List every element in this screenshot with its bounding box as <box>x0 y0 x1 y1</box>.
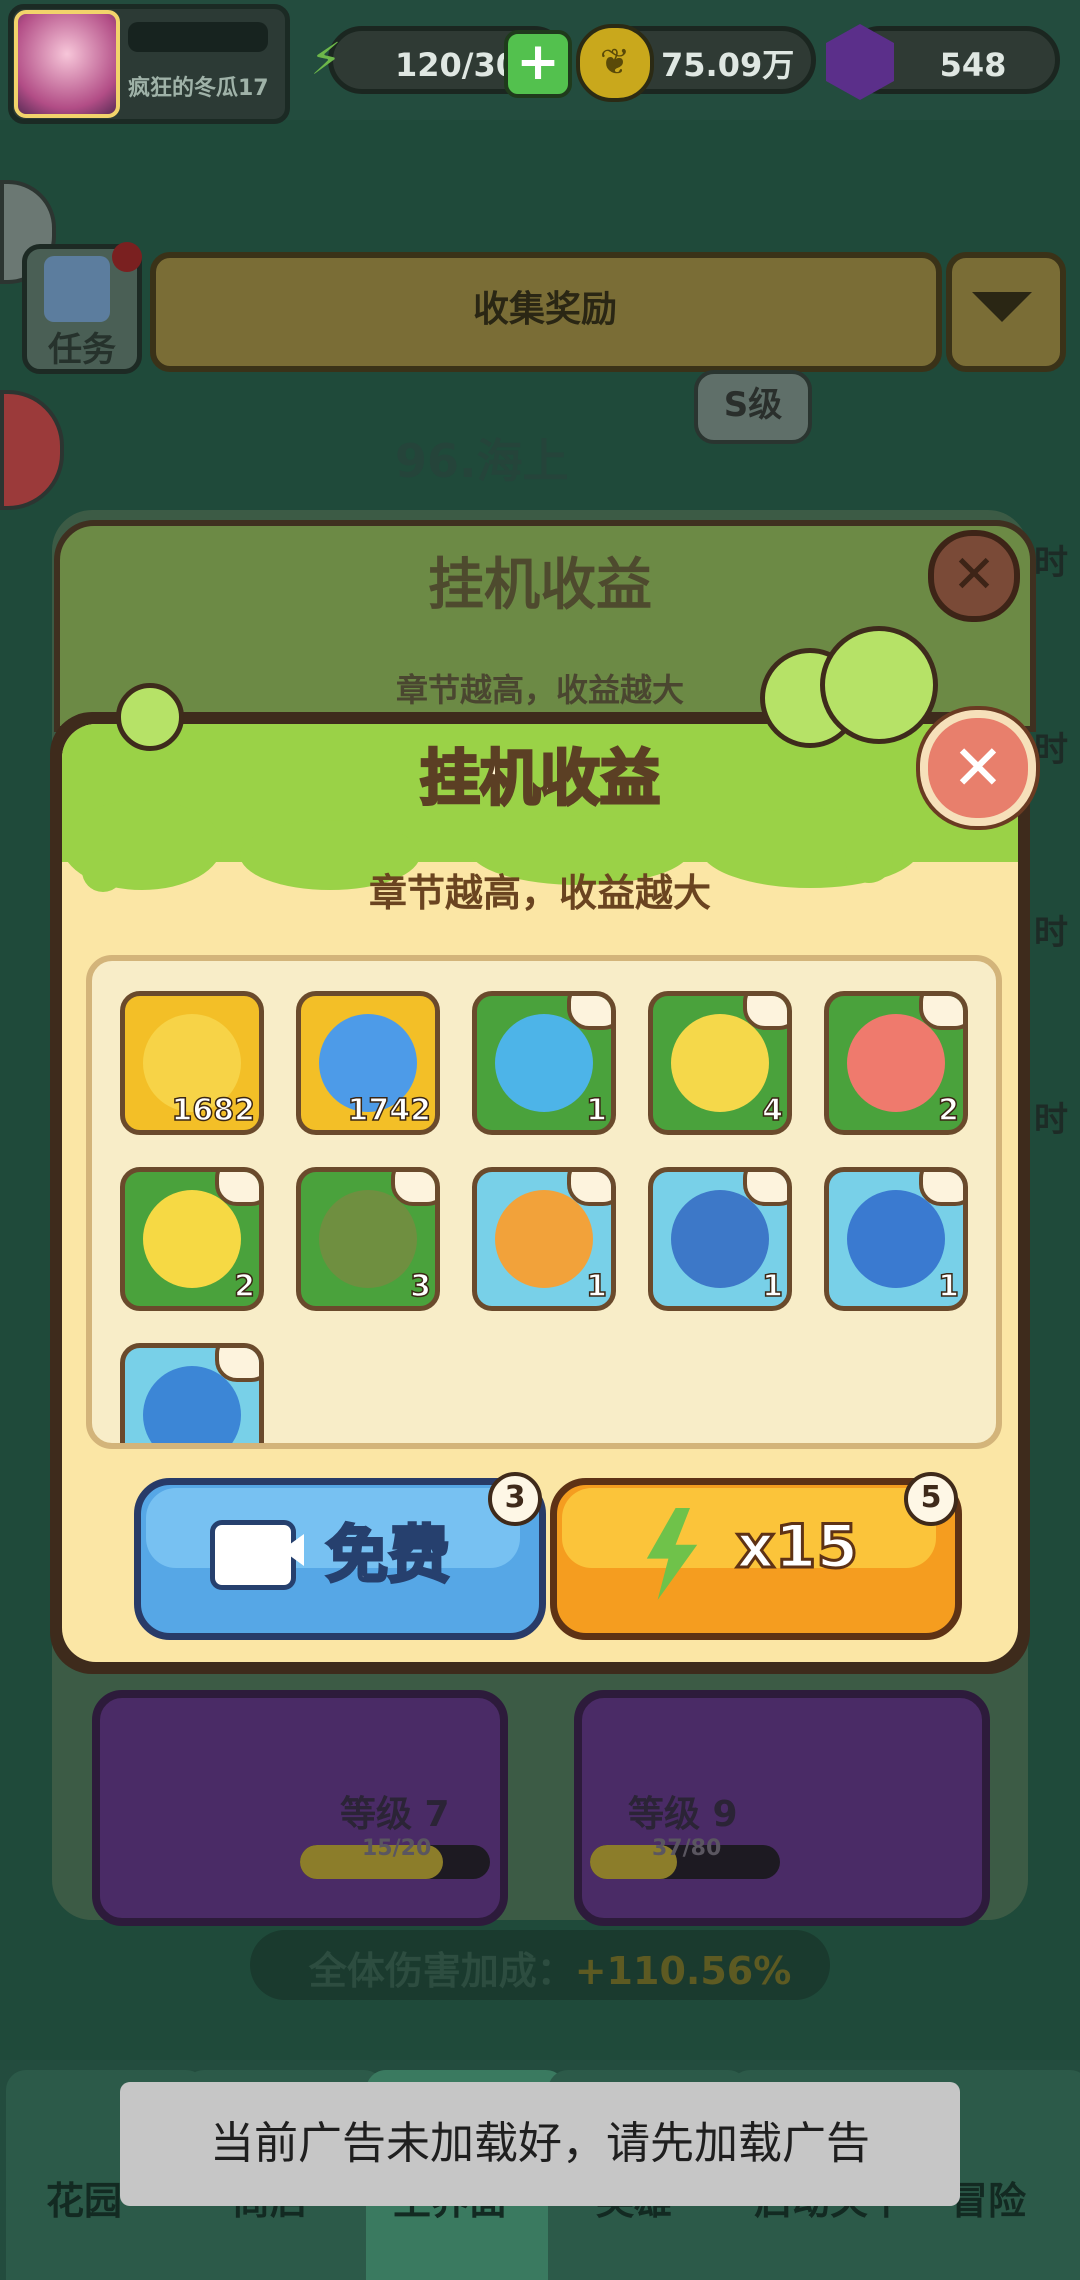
collect-reward-label: 收集奖励 <box>472 289 617 330</box>
item-count: 1682 <box>171 1092 256 1129</box>
player-name: 疯狂的冬瓜17 <box>128 76 269 101</box>
damage-value: +110.56% <box>574 1949 792 1993</box>
cloud-icon <box>919 996 963 1030</box>
item-count: 1 <box>585 1268 607 1305</box>
sunflower-card[interactable]: 2 <box>120 1167 264 1311</box>
energy-value: 120/30 <box>395 46 519 84</box>
chevron-down-icon <box>972 292 1032 322</box>
armored-pea-card-icon <box>671 1014 769 1112</box>
modal-title: 挂机收益 <box>419 743 662 816</box>
rank-badge: S级 <box>694 370 812 444</box>
side-time-4: 时 <box>1034 1100 1068 1140</box>
lightning-icon: ⚡ <box>310 34 342 85</box>
modal-subtitle: 章节越高，收益越大 <box>368 871 711 915</box>
cloud-icon <box>743 1172 787 1206</box>
close-icon[interactable]: ✕ <box>920 710 1036 826</box>
gold-leaf-coin[interactable]: 1682 <box>120 991 264 1135</box>
upper-close-icon[interactable]: ✕ <box>928 530 1020 622</box>
item-count: 1742 <box>347 1092 432 1129</box>
free-button-label: 免费 <box>324 1517 451 1593</box>
item-count: 1 <box>937 1268 959 1305</box>
cloud-icon <box>391 1172 435 1206</box>
armored-pea-card[interactable]: 4 <box>648 991 792 1135</box>
upper-modal-title: 挂机收益 <box>428 553 652 618</box>
add-energy-button[interactable]: + <box>504 30 572 98</box>
goggle-plant-card[interactable]: 2 <box>824 991 968 1135</box>
item-count: 2 <box>937 1092 959 1129</box>
notification-dot <box>112 242 142 272</box>
mascot-icon[interactable] <box>0 390 64 510</box>
lotus-plant-card-icon <box>495 1190 593 1288</box>
gold-value: 75.09万 <box>661 46 795 84</box>
reward-item-grid: 1682 1742 1 4 2 2 3 1 1 1 <box>86 955 1002 1449</box>
card2-level: 等级 9 <box>628 1794 738 1835</box>
free-count-badge: 3 <box>488 1472 542 1526</box>
cloud-icon <box>567 996 611 1030</box>
clipboard-icon <box>44 256 110 322</box>
robot-plant-card[interactable]: 1 <box>824 1167 968 1311</box>
goggle-plant-card-icon <box>847 1014 945 1112</box>
lotus-plant-card[interactable]: 1 <box>472 1167 616 1311</box>
cloud-icon <box>743 996 787 1030</box>
toast-message: 当前广告未加载好，请先加载广告 <box>210 2118 870 2169</box>
slime-bubble <box>820 626 938 744</box>
cloud-icon <box>567 1172 611 1206</box>
card1-progress-text: 15/20 <box>362 1836 432 1861</box>
energy-count-badge: 5 <box>904 1472 958 1526</box>
chapter-title: 96.海上 <box>395 434 569 488</box>
item-count: 4 <box>761 1092 783 1129</box>
sunflower-card-icon <box>143 1190 241 1288</box>
energy-button-label: x15 <box>734 1511 859 1584</box>
pharaoh-plant-card-icon <box>319 1190 417 1288</box>
damage-label: 全体伤害加成： <box>308 1949 575 1993</box>
item-count: 2 <box>233 1268 255 1305</box>
crown-plant-card[interactable] <box>120 1343 264 1443</box>
damage-bonus-label: 全体伤害加成：+110.56% <box>260 1940 840 1995</box>
task-label: 任务 <box>48 330 116 370</box>
king-plant-card-icon <box>495 1014 593 1112</box>
cloud-icon <box>215 1172 259 1206</box>
item-count: 1 <box>585 1092 607 1129</box>
name-plate <box>128 22 268 52</box>
card2-progress-text: 37/80 <box>652 1836 722 1861</box>
avatar[interactable] <box>14 10 120 118</box>
item-count: 3 <box>409 1268 431 1305</box>
leaf-coin-icon: ❦ <box>576 24 654 102</box>
mecha-girl-card-icon <box>671 1190 769 1288</box>
item-count: 1 <box>761 1268 783 1305</box>
mecha-girl-card[interactable]: 1 <box>648 1167 792 1311</box>
video-camera-lens <box>282 1534 304 1566</box>
cloud-icon <box>919 1172 963 1206</box>
cloud-icon <box>215 1348 259 1382</box>
pharaoh-plant-card[interactable]: 3 <box>296 1167 440 1311</box>
robot-plant-card-icon <box>847 1190 945 1288</box>
card1-level: 等级 7 <box>340 1794 450 1835</box>
blue-star-gem[interactable]: 1742 <box>296 991 440 1135</box>
gem-value: 548 <box>939 46 1007 84</box>
king-plant-card[interactable]: 1 <box>472 991 616 1135</box>
